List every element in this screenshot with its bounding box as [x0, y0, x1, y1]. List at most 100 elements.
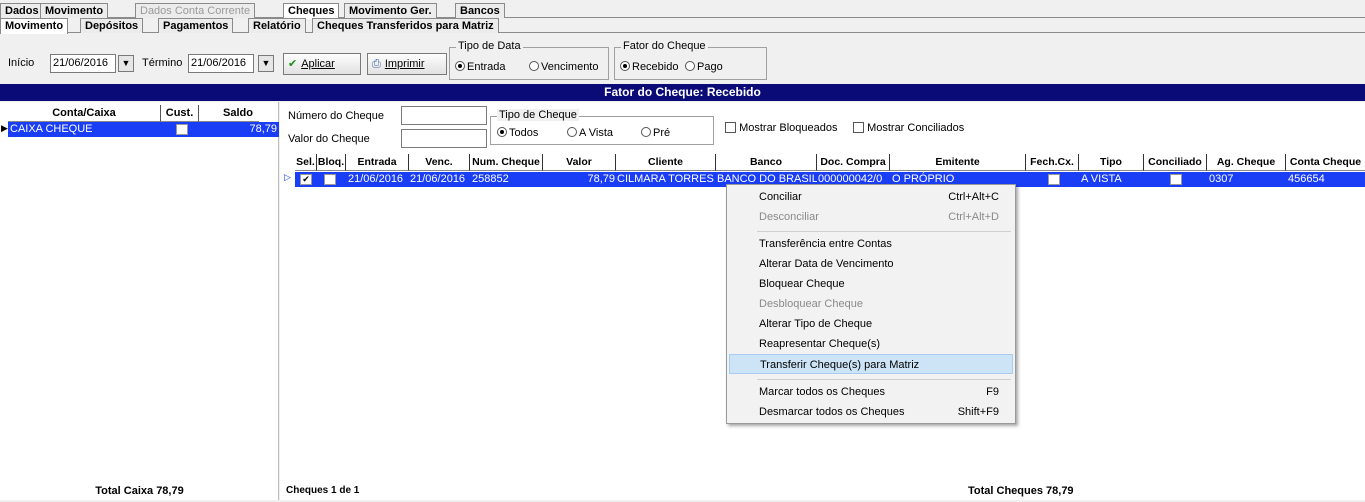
- valor-cell: 78,79: [587, 173, 615, 185]
- aplicar-button[interactable]: ✔ Aplicar: [283, 53, 361, 75]
- conciliados-checkbox-icon: [853, 122, 864, 133]
- printer-icon: ⎙: [372, 58, 381, 70]
- radio-vencimento[interactable]: Vencimento: [529, 61, 598, 73]
- tab-dados[interactable]: Dados: [0, 3, 44, 18]
- tab-movimento[interactable]: Movimento: [40, 3, 109, 18]
- menu-item-desmarcar-todos[interactable]: Desmarcar todos os Cheques Shift+F9: [729, 402, 1013, 422]
- ag-cheque-cell: 0307: [1209, 173, 1234, 185]
- col-tipo[interactable]: Tipo: [1079, 154, 1144, 171]
- radio-a-vista-icon: [567, 127, 577, 137]
- col-ag-cheque[interactable]: Ag. Cheque: [1207, 154, 1286, 171]
- col-venc[interactable]: Venc.: [409, 154, 470, 171]
- menu-item-desconciliar: Desconciliar Ctrl+Alt+D: [759, 211, 999, 223]
- mostrar-bloqueados-checkbox[interactable]: Mostrar Bloqueados: [725, 122, 838, 134]
- total-cheques: Total Cheques 78,79: [968, 485, 1074, 497]
- col-emitente[interactable]: Emitente: [890, 154, 1026, 171]
- tab-movimento-ger[interactable]: Movimento Ger.: [344, 3, 437, 18]
- menu-item-conciliar[interactable]: Conciliar Ctrl+Alt+C: [729, 187, 1013, 207]
- inicio-dropdown-icon[interactable]: ▼: [118, 55, 134, 72]
- inicio-label: Início: [8, 57, 35, 69]
- numero-cheque-input[interactable]: [401, 106, 487, 125]
- menu-item-alterar-tipo[interactable]: Alterar Tipo de Cheque: [729, 314, 1013, 334]
- conciliado-checkbox[interactable]: [1170, 174, 1182, 185]
- radio-entrada[interactable]: Entrada: [455, 61, 506, 73]
- menu-item-desbloquear-cheque: Desbloquear Cheque: [759, 298, 863, 310]
- menu-item-alterar-vencimento[interactable]: Alterar Data de Vencimento: [729, 254, 1013, 274]
- menu-separator: [757, 231, 1011, 232]
- saldo-cell: 78,79: [249, 123, 277, 135]
- menu-item-transferencia-entre-contas[interactable]: Transferência entre Contas: [729, 234, 1013, 254]
- checkmark-icon: ✔: [288, 58, 298, 70]
- numero-cheque-label: Número do Cheque: [288, 110, 385, 122]
- col-conta-caixa[interactable]: Conta/Caixa: [8, 105, 161, 122]
- subtab-pagamentos[interactable]: Pagamentos: [158, 18, 234, 33]
- menu-item-marcar-todos[interactable]: Marcar todos os Cheques F9: [729, 382, 1013, 402]
- col-fech-cx[interactable]: Fech.Cx.: [1026, 154, 1079, 171]
- col-conta-cheque[interactable]: Conta Cheque: [1286, 154, 1365, 171]
- radio-a-vista[interactable]: A Vista: [567, 127, 613, 139]
- total-caixa: Total Caixa 78,79: [95, 485, 184, 497]
- subtab-cheques-transferidos[interactable]: Cheques Transferidos para Matriz: [312, 18, 499, 33]
- table-row[interactable]: CAIXA CHEQUE 78,79: [8, 122, 279, 137]
- bloqueados-checkbox-icon: [725, 122, 736, 133]
- num-cheque-cell: 258852: [472, 173, 509, 185]
- col-banco[interactable]: Banco: [716, 154, 817, 171]
- col-doc-compra[interactable]: Doc. Compra: [817, 154, 890, 171]
- col-saldo[interactable]: Saldo: [199, 105, 259, 122]
- mostrar-conciliados-checkbox[interactable]: Mostrar Conciliados: [853, 122, 964, 134]
- col-cliente[interactable]: Cliente: [616, 154, 716, 171]
- radio-todos[interactable]: Todos: [497, 127, 538, 139]
- col-valor[interactable]: Valor: [543, 154, 616, 171]
- subtab-relatorio[interactable]: Relatório: [248, 18, 306, 33]
- tipo-data-title: Tipo de Data: [456, 40, 523, 52]
- filter-toolbar: Início 21/06/2016 ▼ Término 21/06/2016 ▼…: [0, 33, 1365, 81]
- tab-cheques[interactable]: Cheques: [283, 3, 340, 19]
- radio-pre[interactable]: Pré: [641, 127, 670, 139]
- col-bloq[interactable]: Bloq.: [317, 154, 346, 171]
- col-entrada[interactable]: Entrada: [346, 154, 409, 171]
- fech-cx-checkbox[interactable]: [1048, 174, 1060, 185]
- termino-label: Término: [142, 57, 183, 69]
- radio-pago-icon: [685, 61, 695, 71]
- col-cust[interactable]: Cust.: [161, 105, 199, 122]
- subtab-depositos[interactable]: Depósitos: [80, 18, 144, 33]
- col-num-cheque[interactable]: Num. Cheque: [470, 154, 543, 171]
- termino-date-field[interactable]: 21/06/2016: [188, 54, 254, 73]
- main-tab-bar: Dados Movimento Dados Conta Corrente Che…: [0, 3, 1365, 19]
- tipo-cell: A VISTA: [1081, 173, 1122, 185]
- termino-dropdown-icon[interactable]: ▼: [258, 55, 274, 72]
- cheques-count: Cheques 1 de 1: [286, 485, 360, 496]
- col-conciliado[interactable]: Conciliado: [1144, 154, 1207, 171]
- sel-checkbox[interactable]: ✔: [300, 174, 312, 185]
- fator-title-bar: Fator do Cheque: Recebido: [0, 84, 1365, 101]
- inicio-date-field[interactable]: 21/06/2016: [50, 54, 116, 73]
- fator-cheque-group: Fator do Cheque Recebido Pago: [614, 40, 767, 80]
- subtab-movimento[interactable]: Movimento: [0, 18, 69, 34]
- valor-cheque-input[interactable]: [401, 129, 487, 148]
- menu-separator: [757, 379, 1011, 380]
- radio-vencimento-icon: [529, 61, 539, 71]
- radio-recebido-icon: [620, 61, 630, 71]
- radio-pre-icon: [641, 127, 651, 137]
- sub-tab-bar: Movimento Depósitos Pagamentos Relatório…: [0, 18, 1365, 34]
- cliente-cell: CILMARA TORRES: [617, 173, 714, 185]
- tipo-data-group: Tipo de Data Entrada Vencimento: [449, 40, 609, 80]
- menu-item-transferir-matriz[interactable]: Transferir Cheque(s) para Matriz: [729, 354, 1013, 374]
- menu-item-bloquear-cheque[interactable]: Bloquear Cheque: [729, 274, 1013, 294]
- tipo-cheque-group: Tipo de Cheque Todos A Vista Pré: [490, 109, 714, 145]
- bloq-checkbox[interactable]: [324, 174, 336, 185]
- entrada-cell: 21/06/2016: [348, 173, 404, 185]
- valor-cheque-label: Valor do Cheque: [288, 133, 370, 145]
- radio-pago[interactable]: Pago: [685, 61, 723, 73]
- radio-recebido[interactable]: Recebido: [620, 61, 678, 73]
- venc-cell: 21/06/2016: [410, 173, 466, 185]
- conta-caixa-grid: Conta/Caixa Cust. Saldo ▶ CAIXA CHEQUE 7…: [0, 102, 279, 500]
- cust-checkbox[interactable]: [176, 124, 188, 135]
- tab-bancos[interactable]: Bancos: [455, 3, 505, 18]
- menu-item-reapresentar[interactable]: Reapresentar Cheque(s): [729, 334, 1013, 354]
- fator-cheque-title: Fator do Cheque: [621, 40, 708, 52]
- imprimir-button[interactable]: ⎙ Imprimir: [367, 53, 447, 75]
- col-sel[interactable]: Sel.: [295, 154, 317, 171]
- conta-cheque-cell: 456654: [1288, 173, 1325, 185]
- conta-cell: CAIXA CHEQUE: [10, 123, 93, 135]
